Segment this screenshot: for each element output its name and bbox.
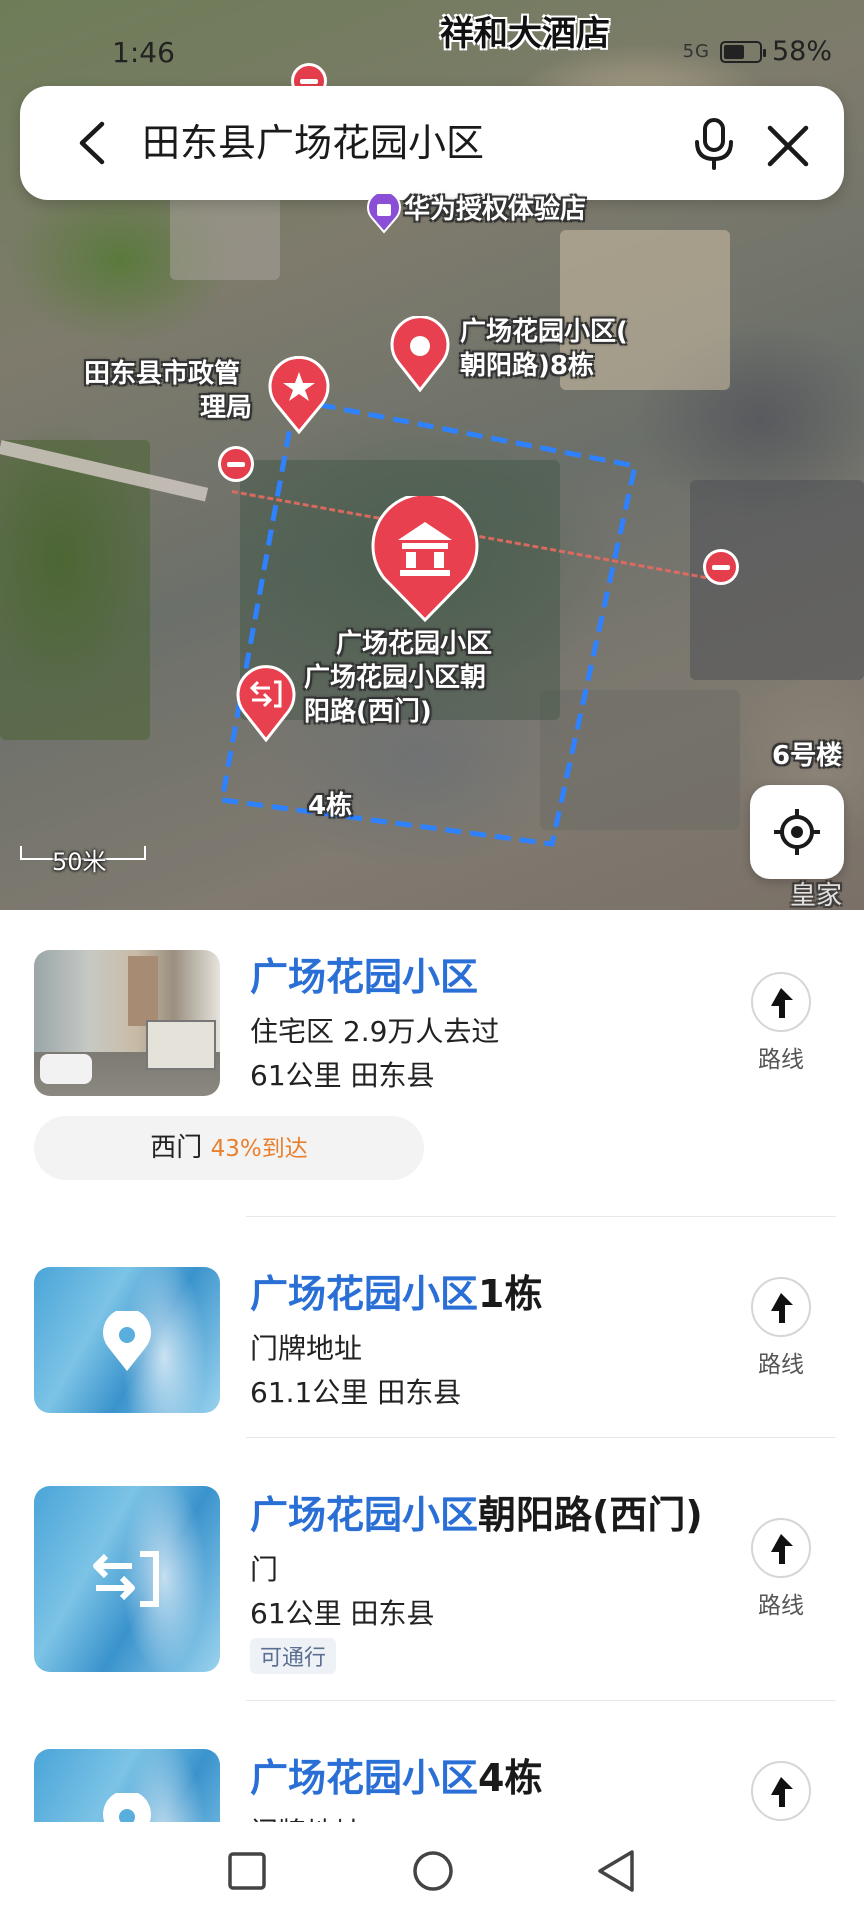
route-arrow-icon xyxy=(751,1277,811,1337)
battery-percent: 58% xyxy=(771,36,832,67)
list-item[interactable]: 广场花园小区朝阳路(西门) 门 61公里 田东县 可通行 路线 xyxy=(0,1438,864,1700)
back-arrow-icon[interactable] xyxy=(68,116,122,170)
search-bar[interactable]: 田东县广场花园小区 xyxy=(20,86,844,200)
signal-icon: 5G xyxy=(682,41,710,62)
route-button[interactable]: 路线 xyxy=(746,1277,816,1379)
route-button[interactable] xyxy=(746,1761,816,1821)
location-pin-icon xyxy=(103,1793,151,1822)
result-distance: 61公里 田东县 xyxy=(250,1597,435,1630)
gate-arrival-rate: 43%到达 xyxy=(210,1136,308,1162)
result-title[interactable]: 广场花园小区 xyxy=(250,946,478,1001)
map-label-main-poi[interactable]: 广场花园小区 xyxy=(336,628,492,660)
list-item[interactable]: 广场花园小区4栋 门牌地址 xyxy=(0,1701,864,1822)
location-pin-icon[interactable] xyxy=(388,316,452,392)
map-label-bldg6[interactable]: 6号楼 xyxy=(772,740,842,772)
scale-label: 50米 xyxy=(52,848,107,876)
map-label-bldg8-line1[interactable]: 广场花园小区( xyxy=(460,316,628,348)
map-label-bureau-line1[interactable]: 田东县市政管 xyxy=(84,358,240,390)
place-thumbnail[interactable] xyxy=(34,1749,220,1822)
map-label-gate-line2[interactable]: 阳路(西门) xyxy=(304,696,432,728)
gate-chip[interactable]: 西门 43%到达 xyxy=(34,1116,424,1180)
map-label-bldg8-line2[interactable]: 朝阳路)8栋 xyxy=(460,350,594,382)
gate-name: 西门 xyxy=(150,1133,203,1163)
result-title[interactable]: 广场花园小区朝阳路(西门) xyxy=(250,1484,703,1539)
map-label-gate-line1[interactable]: 广场花园小区朝 xyxy=(304,662,486,694)
map-label-bldg4[interactable]: 4栋 xyxy=(308,790,352,822)
map-label-huawei[interactable]: 华为授权体验店 xyxy=(404,194,586,226)
photo-car xyxy=(40,1054,92,1084)
route-arrow-icon xyxy=(751,1518,811,1578)
result-distance: 61公里 田东县 xyxy=(250,1059,435,1092)
result-category: 住宅区 2.9万人去过 xyxy=(250,1015,500,1048)
home-icon[interactable] xyxy=(410,1848,456,1894)
route-button[interactable]: 路线 xyxy=(746,1518,816,1620)
search-input[interactable]: 田东县广场花园小区 xyxy=(142,116,484,170)
status-bar: 1:46 5G 58% xyxy=(0,0,864,70)
no-entry-icon[interactable] xyxy=(703,549,739,585)
location-pin-icon xyxy=(103,1311,151,1371)
list-item[interactable]: 广场花园小区 住宅区 2.9万人去过 61公里 田东县 路线 西门 43%到达 xyxy=(0,910,864,1210)
microphone-icon[interactable] xyxy=(684,114,744,174)
map-label-hotel[interactable]: 祥和大酒店 xyxy=(440,17,610,51)
place-thumbnail[interactable] xyxy=(34,1486,220,1672)
result-title[interactable]: 广场花园小区4栋 xyxy=(250,1747,542,1802)
map-view[interactable]: 1:46 5G 58% 祥和大酒店 田东县广场花园小区 华为授权体验店 广场花园… xyxy=(0,0,864,910)
gate-pin-icon[interactable] xyxy=(234,664,298,742)
result-category: 门牌地址 xyxy=(250,1332,363,1365)
photo-guardhouse xyxy=(146,1020,216,1070)
status-indicators: 5G 58% xyxy=(683,36,832,67)
route-label: 路线 xyxy=(758,1593,804,1619)
battery-icon xyxy=(719,40,766,63)
back-nav-icon[interactable] xyxy=(594,1848,638,1894)
list-item[interactable]: 广场花园小区1栋 门牌地址 61.1公里 田东县 路线 xyxy=(0,1217,864,1437)
crosshair-icon xyxy=(774,809,820,855)
locate-me-button[interactable] xyxy=(750,785,844,879)
route-label: 路线 xyxy=(758,1352,804,1378)
no-entry-icon[interactable] xyxy=(218,446,254,482)
community-pin-icon[interactable] xyxy=(370,496,480,624)
shop-pin-icon[interactable] xyxy=(366,194,402,234)
result-title[interactable]: 广场花园小区1栋 xyxy=(250,1263,542,1318)
route-button[interactable]: 路线 xyxy=(746,972,816,1074)
result-distance: 61.1公里 田东县 xyxy=(250,1376,462,1409)
result-category: 门 xyxy=(250,1553,279,1586)
result-category: 门牌地址 xyxy=(250,1811,362,1822)
system-nav-bar xyxy=(0,1822,864,1920)
status-badge: 可通行 xyxy=(250,1638,337,1674)
place-photo[interactable] xyxy=(34,950,220,1096)
route-arrow-icon xyxy=(751,972,811,1032)
map-label-bureau-line2[interactable]: 理局 xyxy=(200,392,252,424)
place-thumbnail[interactable] xyxy=(34,1267,220,1413)
map-label-huangjia[interactable]: 皇家 xyxy=(790,880,842,910)
recent-apps-icon[interactable] xyxy=(226,1850,268,1892)
status-time: 1:46 xyxy=(112,36,175,69)
government-star-pin-icon[interactable] xyxy=(266,356,332,434)
photo-building xyxy=(128,956,158,1026)
route-arrow-icon xyxy=(751,1761,811,1821)
gate-icon xyxy=(93,1551,159,1607)
close-icon[interactable] xyxy=(760,118,816,174)
results-list[interactable]: 广场花园小区 住宅区 2.9万人去过 61公里 田东县 路线 西门 43%到达 … xyxy=(0,910,864,1822)
route-label: 路线 xyxy=(758,1047,804,1073)
